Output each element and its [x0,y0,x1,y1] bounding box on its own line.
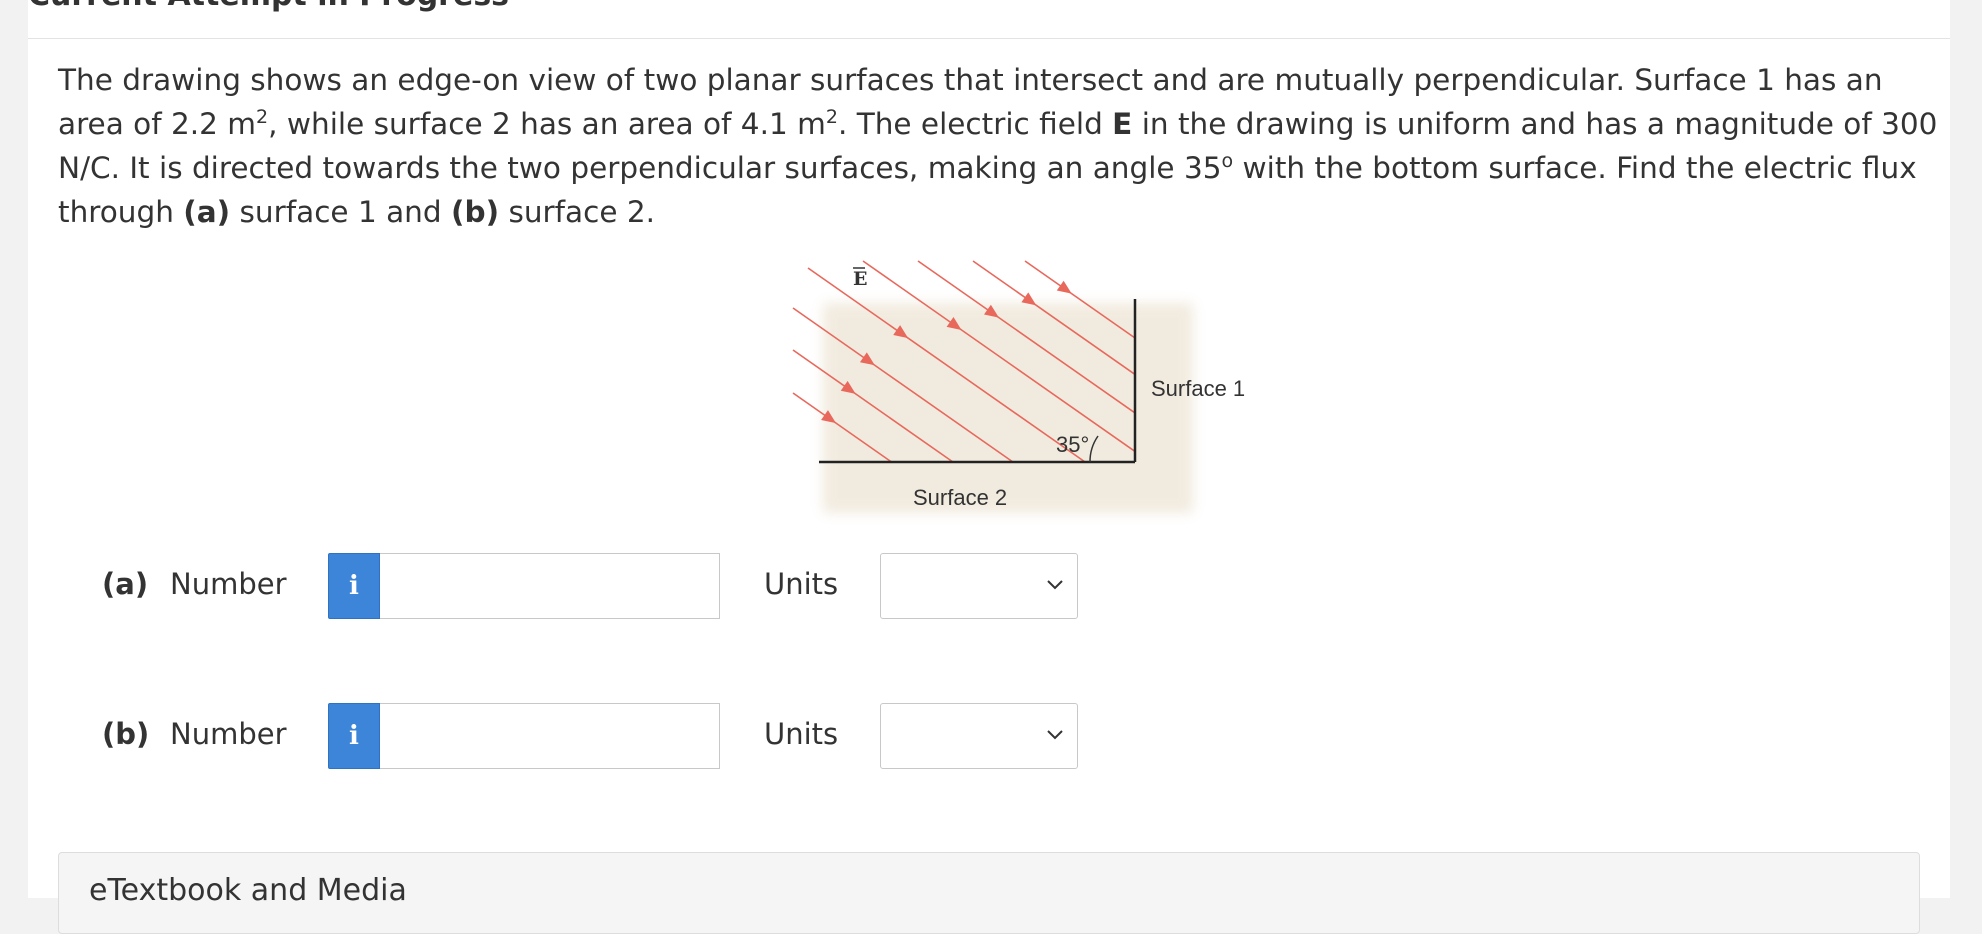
surface-1-label: Surface 1 [1151,376,1245,401]
superscript: 2 [256,106,269,129]
units-label: Units [764,717,839,751]
field-symbol: E [1112,107,1133,141]
etextbook-section[interactable]: eTextbook and Media [58,852,1920,934]
units-select-a[interactable] [880,553,1078,619]
chevron-down-icon [1047,730,1063,740]
info-button[interactable]: i [328,703,380,769]
question-text-part: . The electric field [837,107,1113,141]
field-arrowhead [1056,280,1072,294]
part-b-marker: (b) [450,195,500,229]
field-diagram: 35° E Surface 1 Surface 2 [792,260,1245,513]
number-label: Number [170,567,287,601]
units-label: Units [764,567,839,601]
info-button[interactable]: i [328,553,380,619]
info-icon: i [349,571,359,601]
etextbook-label: eTextbook and Media [89,873,407,908]
superscript: 2 [825,106,838,129]
number-input-a[interactable] [380,553,720,619]
question-text-part: surface 2. [499,195,656,229]
question-text-part: , while surface 2 has an area of 4.1 m [268,107,826,141]
part-label: (b) [102,717,150,751]
info-icon: i [349,721,359,751]
field-label: E [853,268,867,290]
attempt-title: Current Attempt in Progress [28,0,509,13]
part-a-marker: (a) [183,195,231,229]
part-label: (a) [102,567,149,601]
number-input-b[interactable] [380,703,720,769]
degree-superscript: o [1221,150,1234,173]
chevron-down-icon [1047,580,1063,590]
number-label: Number [170,717,287,751]
question-panel: Current Attempt in Progress The drawing … [28,0,1950,934]
title-divider [28,38,1950,39]
units-select-b[interactable] [880,703,1078,769]
question-text-part: surface 1 and [230,195,451,229]
surface-2-label: Surface 2 [913,485,1007,510]
question-text: The drawing shows an edge-on view of two… [58,58,1938,234]
angle-label: 35° [1056,432,1089,457]
